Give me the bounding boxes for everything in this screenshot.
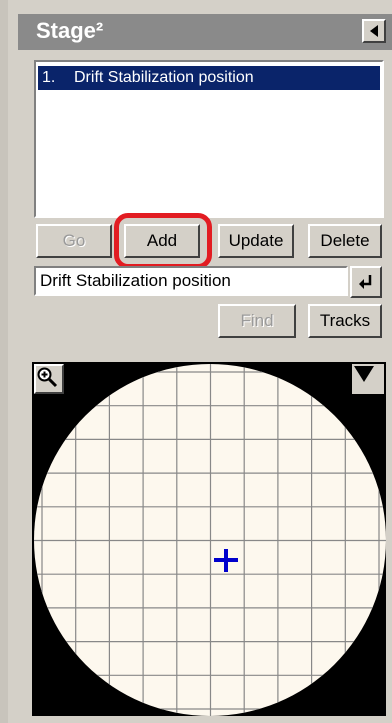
delete-button[interactable]: Delete [308,224,382,258]
positions-list[interactable]: 1. Drift Stabilization position [34,60,384,218]
tracks-button[interactable]: Tracks [308,304,382,338]
zoom-in-icon [37,367,58,388]
enter-button[interactable] [350,266,382,298]
stage-map[interactable] [32,362,386,716]
triangle-left-icon [370,25,378,37]
find-button[interactable]: Find [218,304,296,338]
go-button[interactable]: Go [36,224,112,258]
wafer-view[interactable] [32,362,386,716]
add-button[interactable]: Add [124,224,200,258]
panel-title: Stage² [36,18,104,43]
triangle-down-icon [354,366,374,382]
position-name-field[interactable] [34,266,348,296]
map-menu-button[interactable] [352,364,384,394]
stage-panel: Stage² 1. Drift Stabilization position Go… [0,0,392,723]
list-item-number: 1. [42,69,56,86]
update-button[interactable]: Update [218,224,294,258]
enter-arrow-icon [359,275,372,289]
list-item-label: Drift Stabilization position [74,69,254,86]
panel-titlebar: Stage² [18,14,392,50]
collapse-button[interactable] [362,19,386,43]
list-item[interactable]: 1. Drift Stabilization position [38,66,380,90]
zoom-button[interactable] [34,364,64,394]
